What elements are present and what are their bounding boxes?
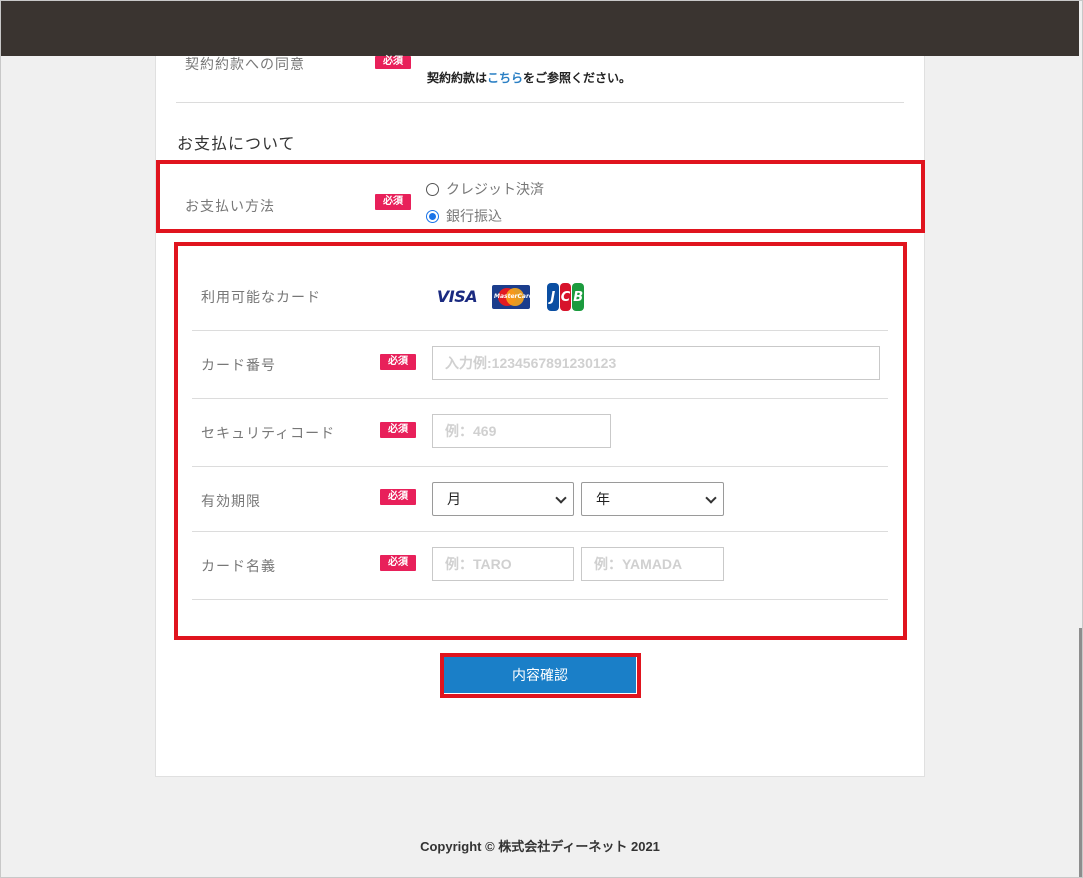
radio-credit-control[interactable] <box>426 182 439 196</box>
agreement-note: 契約約款はこちらをご参照ください。 <box>427 71 632 85</box>
security-code-label: セキュリティコード <box>201 426 336 442</box>
card-number-label: カード番号 <box>201 358 276 374</box>
divider <box>192 531 888 532</box>
divider <box>192 599 888 600</box>
holder-first-name-input[interactable] <box>432 547 574 581</box>
scrollbar[interactable] <box>1079 628 1082 878</box>
copyright: Copyright © 株式会社ディーネット 2021 <box>420 839 660 854</box>
jcb-logo-icon: JCB <box>547 283 585 311</box>
confirm-button[interactable]: 内容確認 <box>444 657 636 693</box>
required-badge: 必須 <box>375 56 411 69</box>
payment-method-label: お支払い方法 <box>185 199 275 215</box>
divider <box>192 330 888 331</box>
visa-logo-icon: VISA <box>436 286 478 306</box>
radio-bank-control[interactable] <box>426 209 439 223</box>
card-holder-label: カード名義 <box>201 559 276 575</box>
security-code-input[interactable] <box>432 414 611 448</box>
available-cards-label: 利用可能なカード <box>201 290 321 306</box>
divider <box>192 466 888 467</box>
card-number-input[interactable] <box>432 346 880 380</box>
required-badge: 必須 <box>375 194 411 210</box>
site-header <box>1 1 1079 56</box>
divider <box>176 102 904 103</box>
radio-bank-transfer[interactable]: 銀行振込 <box>426 206 502 226</box>
holder-last-name-input[interactable] <box>581 547 724 581</box>
divider <box>192 398 888 399</box>
required-badge: 必須 <box>380 354 416 370</box>
chevron-down-icon <box>705 492 717 504</box>
required-badge: 必須 <box>380 555 416 571</box>
agreement-label: 契約約款への同意 <box>185 57 305 72</box>
expiry-year-select[interactable]: 年 <box>581 482 724 516</box>
mastercard-logo-icon: MasterCard <box>492 285 530 309</box>
chevron-down-icon <box>555 492 567 504</box>
required-badge: 必須 <box>380 489 416 505</box>
payment-section-title: お支払について <box>177 134 296 153</box>
expiry-label: 有効期限 <box>201 494 261 510</box>
radio-credit[interactable]: クレジット決済 <box>426 179 544 199</box>
terms-link[interactable]: こちら <box>487 71 523 85</box>
required-badge: 必須 <box>380 422 416 438</box>
expiry-month-select[interactable]: 月 <box>432 482 574 516</box>
